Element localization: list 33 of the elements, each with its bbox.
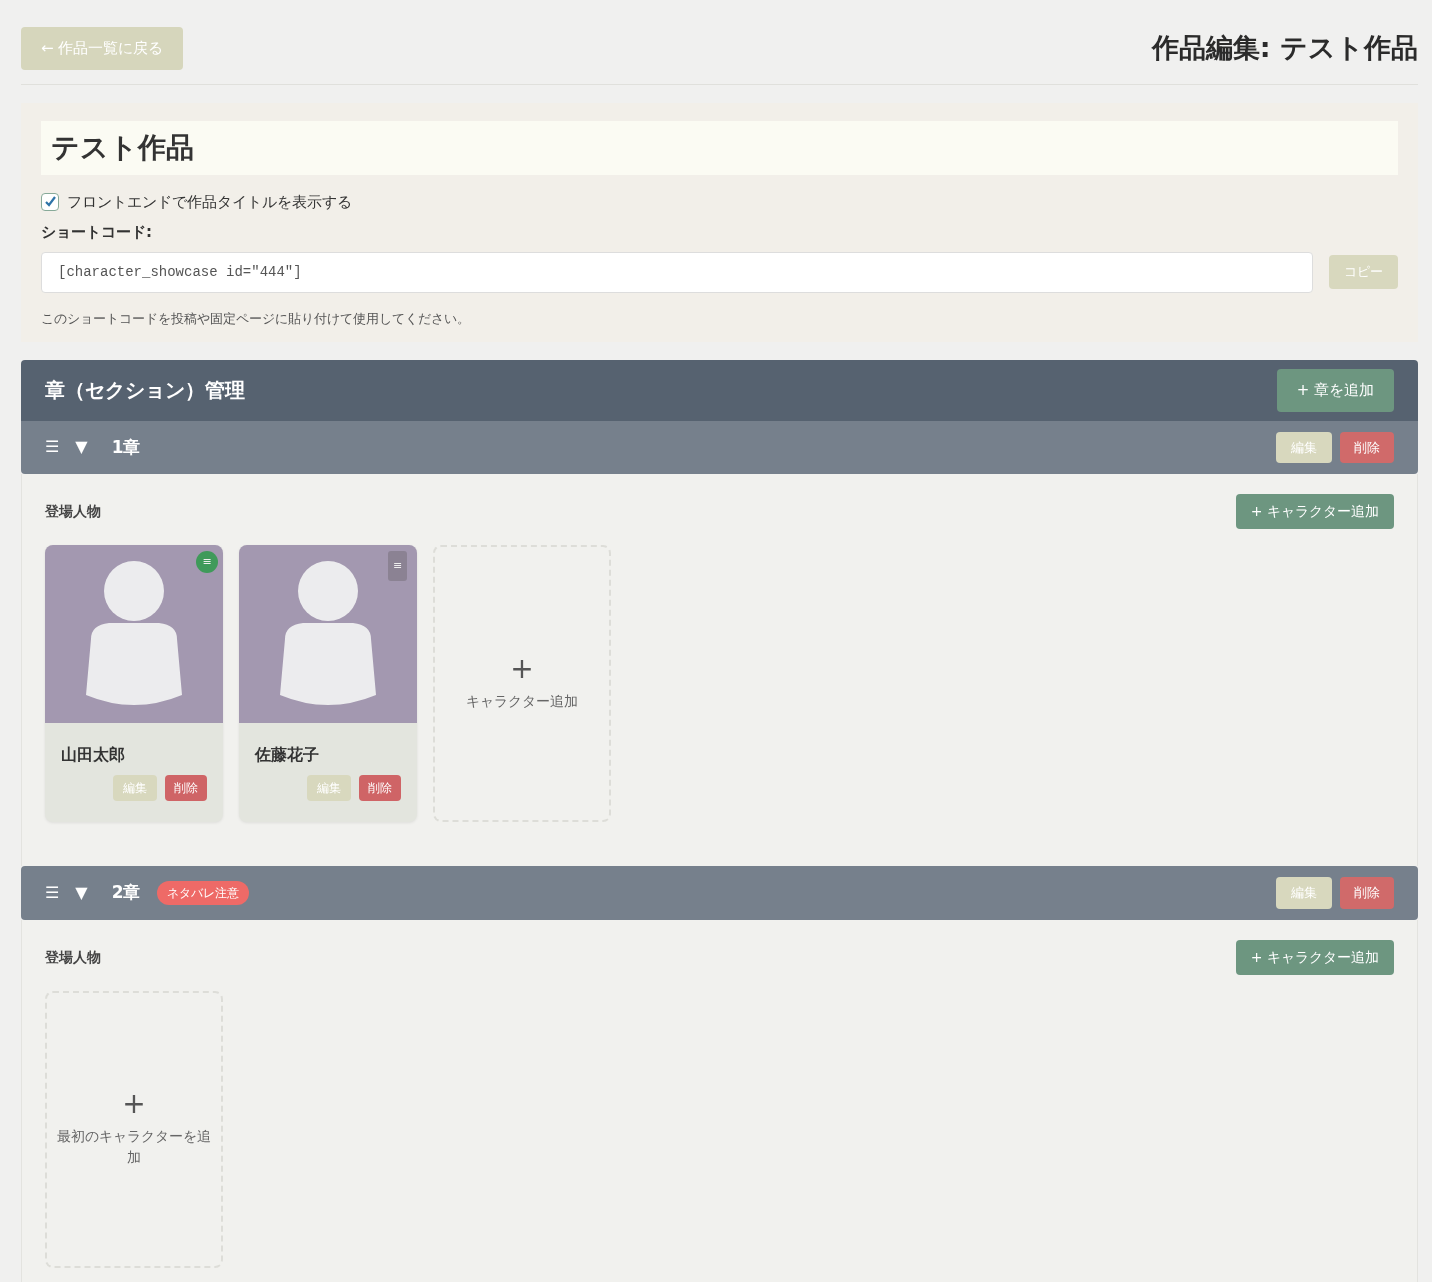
characters-heading: 登場人物 (45, 502, 101, 521)
drag-handle[interactable]: ☰ (45, 435, 60, 460)
chapter-title: 2章 (111, 881, 141, 904)
tile-label: 最初のキャラクターを追加 (56, 1127, 212, 1167)
delete-button[interactable]: 削除 (1340, 431, 1394, 463)
chapter-title: 1章 (111, 435, 141, 459)
delete-button[interactable]: 削除 (359, 775, 401, 801)
toggle-arrow[interactable]: ▼ (75, 435, 88, 460)
drag-handle[interactable]: ☰ (45, 880, 60, 905)
plus-icon: + (122, 1090, 146, 1118)
tile-label: キャラクター追加 (465, 692, 579, 711)
characters-heading: 登場人物 (45, 947, 101, 967)
work-title: テスト作品 (41, 120, 1398, 175)
checkbox-label: フロントエンドで作品タイトルを表示する (67, 191, 352, 213)
plus-icon: + (510, 655, 534, 683)
add-chapter-button[interactable]: + 章を追加 (1276, 369, 1394, 412)
add-character-button[interactable]: + キャラクター追加 (1235, 939, 1394, 975)
add-character-button[interactable]: + キャラクター追加 (1235, 494, 1394, 529)
page-title: 作品編集: テスト作品 (1151, 32, 1418, 65)
add-character-tile[interactable]: + 最初のキャラクターを追加 (45, 990, 223, 1268)
checkbox[interactable] (41, 192, 59, 211)
delete-button[interactable]: 削除 (1340, 877, 1394, 909)
character-name: 佐藤花子 (255, 744, 320, 766)
help-text: このショートコードを投稿や固定ページに貼り付けて使用してください。 (41, 309, 471, 328)
drag-handle[interactable]: ≡ (388, 551, 407, 581)
spoiler-tag: ネタバレ注意 (156, 880, 249, 905)
shortcode-field[interactable]: [character_showcase id="444"] (41, 251, 1313, 293)
toggle-arrow[interactable]: ▼ (75, 880, 88, 905)
delete-button[interactable]: 削除 (165, 775, 207, 801)
field-label: ショートコード: (41, 222, 153, 243)
section-title: 章（セクション）管理 (45, 378, 245, 403)
add-character-tile[interactable]: + キャラクター追加 (433, 545, 611, 822)
character-name: 山田太郎 (61, 744, 126, 766)
